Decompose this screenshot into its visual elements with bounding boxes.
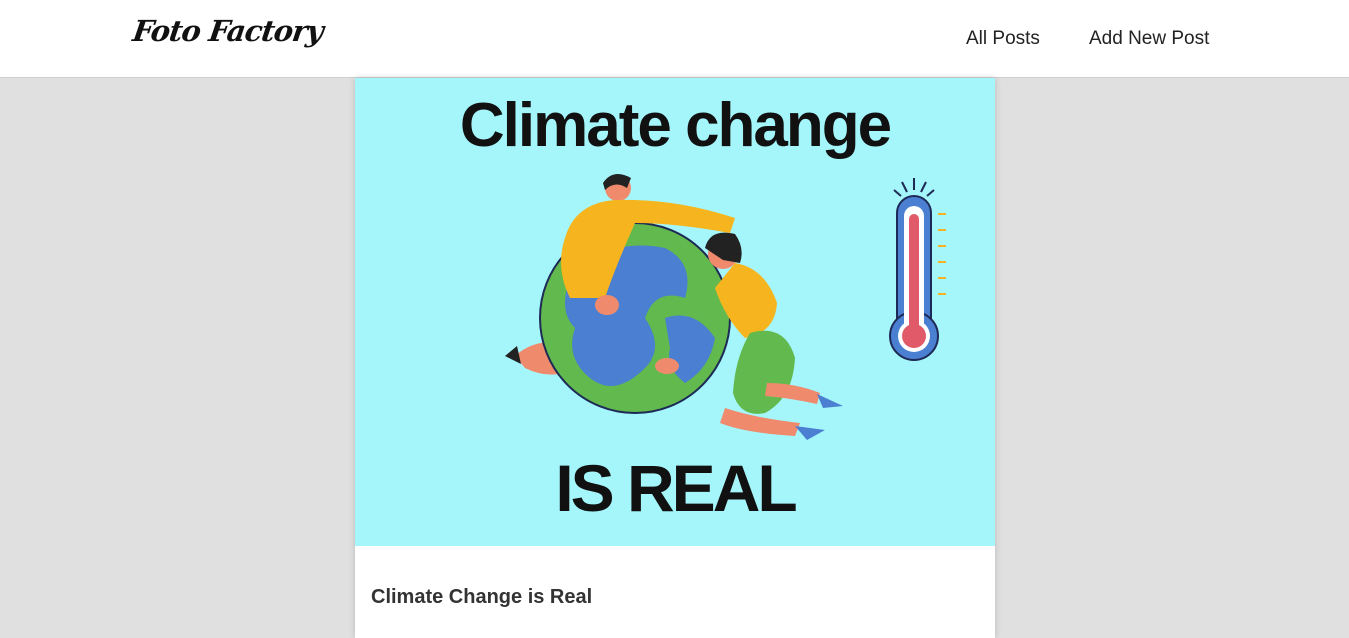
nav-add-new-post-link[interactable]: Add New Post [1089,28,1209,50]
post-image[interactable]: Climate change IS REAL [355,78,995,546]
nav-all-posts-link[interactable]: All Posts [966,28,1040,50]
site-logo[interactable]: Foto Factory [131,14,325,48]
post-title[interactable]: Climate Change is Real [371,586,592,609]
image-heading-text: Climate change [459,91,892,160]
earth-hug-illustration [505,174,843,440]
post-card[interactable]: Climate change IS REAL Climate Change is… [355,78,995,638]
image-footer-text: IS REAL [555,451,797,525]
thermometer-icon [889,178,946,361]
navbar: Foto Factory All Posts Add New Post [0,0,1349,78]
